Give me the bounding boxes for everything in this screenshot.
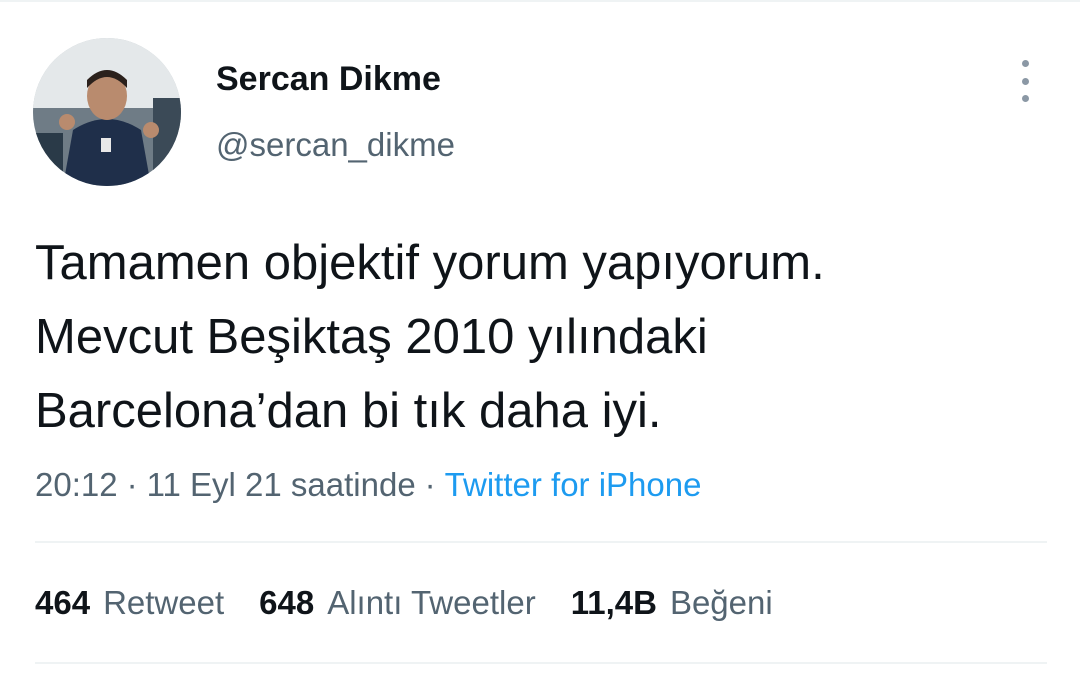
stat-label: Beğeni (669, 584, 773, 621)
more-dot (1021, 60, 1029, 67)
avatar[interactable] (33, 38, 181, 186)
stat-number: 464 (35, 584, 91, 621)
quote-tweet-count[interactable]: 648 Alıntı Tweetler (259, 581, 536, 625)
tweet-date[interactable]: 11 Eyl 21 saatinde (147, 466, 416, 503)
tweet-line: Mevcut Beşiktaş 2010 yılındaki (35, 310, 708, 364)
author-handle[interactable]: @sercan_dikme (216, 124, 455, 166)
more-dot (1021, 95, 1029, 102)
tweet-line: Tamamen objektif yorum yapıyorum. (35, 236, 825, 290)
more-dot (1021, 77, 1029, 85)
tweet-stats: 464 Retweet 648 Alıntı Tweetler 11,4B Be… (35, 581, 808, 625)
meta-separator: · (424, 466, 436, 503)
more-vertical-icon[interactable] (1008, 60, 1042, 102)
divider (35, 662, 1047, 664)
retweet-count[interactable]: 464 Retweet (35, 581, 224, 625)
tweet-time[interactable]: 20:12 (35, 466, 118, 503)
like-count[interactable]: 11,4B Beğeni (571, 581, 773, 625)
tweet-line: Barcelona’dan bi tık daha iyi. (35, 384, 662, 438)
top-divider (0, 0, 1080, 2)
tweet-meta: 20:12 · 11 Eyl 21 saatinde · Twitter for iPh… (35, 463, 701, 507)
stat-label: Alıntı Tweetler (327, 584, 536, 621)
stat-number: 11,4B (570, 584, 657, 621)
stat-label: Retweet (103, 584, 225, 621)
stat-number: 648 (259, 584, 315, 621)
tweet-text: Tamamen objektif yorum yapıyorum. Mevcut… (35, 226, 1045, 448)
avatar-photo (33, 38, 181, 186)
meta-separator: · (126, 466, 138, 503)
author-display-name[interactable]: Sercan Dikme (216, 58, 441, 100)
divider (35, 541, 1047, 543)
tweet-source-link[interactable]: Twitter for iPhone (445, 466, 702, 503)
